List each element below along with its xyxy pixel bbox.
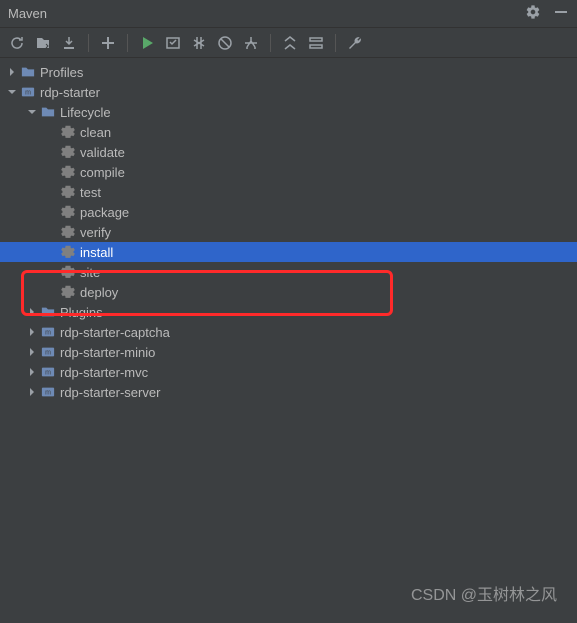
tree-label: Lifecycle — [60, 105, 111, 120]
title-controls — [525, 4, 569, 23]
tree-label: Profiles — [40, 65, 83, 80]
maven-module-icon: m — [40, 324, 56, 340]
lifecycle-phase-verify[interactable]: verify — [0, 222, 577, 242]
tree-label: install — [80, 245, 113, 260]
tree-label: Plugins — [60, 305, 103, 320]
title-bar: Maven — [0, 0, 577, 28]
gear-icon — [60, 164, 76, 180]
lifecycle-phase-package[interactable]: package — [0, 202, 577, 222]
chevron-right-icon[interactable] — [24, 324, 40, 340]
lifecycle-phase-deploy[interactable]: deploy — [0, 282, 577, 302]
show-dependencies-icon[interactable] — [240, 32, 262, 54]
lifecycle-phase-clean[interactable]: clean — [0, 122, 577, 142]
gear-icon — [60, 204, 76, 220]
tree-label: rdp-starter-captcha — [60, 325, 170, 340]
tree-node-plugins[interactable]: Plugins — [0, 302, 577, 322]
tree-label: validate — [80, 145, 125, 160]
chevron-down-icon[interactable] — [24, 104, 40, 120]
chevron-right-icon[interactable] — [24, 344, 40, 360]
wrench-icon[interactable] — [344, 32, 366, 54]
tree-label: test — [80, 185, 101, 200]
maven-module-icon: m — [40, 384, 56, 400]
maven-module-icon: m — [40, 344, 56, 360]
run-icon[interactable] — [136, 32, 158, 54]
svg-text:m: m — [25, 90, 31, 97]
tree-label: rdp-starter — [40, 85, 100, 100]
gear-icon — [60, 144, 76, 160]
svg-text:m: m — [45, 330, 51, 337]
lifecycle-phase-validate[interactable]: validate — [0, 142, 577, 162]
tree-node-project[interactable]: m rdp-starter — [0, 82, 577, 102]
tree-node-module[interactable]: m rdp-starter-mvc — [0, 362, 577, 382]
toolbar-separator — [88, 34, 89, 52]
tree-label: rdp-starter-minio — [60, 345, 155, 360]
gear-icon — [60, 264, 76, 280]
svg-text:m: m — [45, 350, 51, 357]
gear-icon — [60, 284, 76, 300]
tree-label: deploy — [80, 285, 118, 300]
tree-label: site — [80, 265, 100, 280]
tree-node-module[interactable]: m rdp-starter-minio — [0, 342, 577, 362]
tree-node-module[interactable]: m rdp-starter-captcha — [0, 322, 577, 342]
download-sources-icon[interactable] — [58, 32, 80, 54]
tree-label: verify — [80, 225, 111, 240]
tree-label: compile — [80, 165, 125, 180]
tree-label: package — [80, 205, 129, 220]
svg-text:m: m — [45, 370, 51, 377]
toolbar-separator — [127, 34, 128, 52]
gear-icon — [60, 244, 76, 260]
lifecycle-phase-install[interactable]: install — [0, 242, 577, 262]
folder-icon — [40, 104, 56, 120]
skip-tests-icon[interactable] — [214, 32, 236, 54]
svg-text:m: m — [45, 390, 51, 397]
chevron-right-icon[interactable] — [4, 64, 20, 80]
gear-icon — [60, 124, 76, 140]
folder-icon — [40, 304, 56, 320]
maven-tree[interactable]: Profiles m rdp-starter Lifecycle clean va… — [0, 58, 577, 402]
toolbar-separator — [270, 34, 271, 52]
tree-label: clean — [80, 125, 111, 140]
chevron-right-icon[interactable] — [24, 364, 40, 380]
chevron-right-icon[interactable] — [24, 384, 40, 400]
tree-node-lifecycle[interactable]: Lifecycle — [0, 102, 577, 122]
generate-sources-icon[interactable] — [32, 32, 54, 54]
watermark: CSDN @玉树林之风 — [411, 581, 557, 605]
toggle-offline-icon[interactable] — [188, 32, 210, 54]
expand-all-icon[interactable] — [305, 32, 327, 54]
lifecycle-phase-test[interactable]: test — [0, 182, 577, 202]
panel-title: Maven — [8, 6, 47, 21]
add-icon[interactable] — [97, 32, 119, 54]
minimize-icon[interactable] — [553, 4, 569, 23]
lifecycle-phase-site[interactable]: site — [0, 262, 577, 282]
maven-module-icon: m — [20, 84, 36, 100]
gear-icon — [60, 224, 76, 240]
chevron-down-icon[interactable] — [4, 84, 20, 100]
tree-label: rdp-starter-mvc — [60, 365, 148, 380]
folder-icon — [20, 64, 36, 80]
gear-icon — [60, 184, 76, 200]
gear-icon[interactable] — [525, 4, 541, 23]
tree-label: rdp-starter-server — [60, 385, 160, 400]
toolbar-separator — [335, 34, 336, 52]
reload-icon[interactable] — [6, 32, 28, 54]
maven-module-icon: m — [40, 364, 56, 380]
maven-toolbar — [0, 28, 577, 58]
execute-goal-icon[interactable] — [162, 32, 184, 54]
tree-node-module[interactable]: m rdp-starter-server — [0, 382, 577, 402]
chevron-right-icon[interactable] — [24, 304, 40, 320]
collapse-all-icon[interactable] — [279, 32, 301, 54]
lifecycle-phase-compile[interactable]: compile — [0, 162, 577, 182]
tree-node-profiles[interactable]: Profiles — [0, 62, 577, 82]
